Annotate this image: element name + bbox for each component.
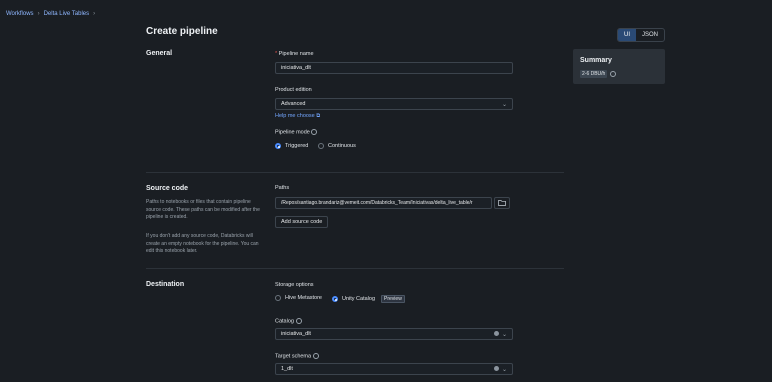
add-source-code-button[interactable]: Add source code [275,216,329,228]
source-code-section-title: Source code [146,185,189,192]
clear-icon[interactable] [493,365,499,371]
chevron-right-icon: › [93,11,96,17]
chevron-down-icon: ⌄ [501,331,507,338]
target-schema-select[interactable]: 1_dlt ⌄ [275,363,513,375]
dbu-estimate: 2-6 DBU/h [580,70,617,78]
catalog-select[interactable]: iniciativa_dlt ⌄ [275,328,513,340]
summary-panel: Summary 2-6 DBU/h [573,49,665,84]
paths-label: Paths [275,185,290,191]
chevron-right-icon: › [37,11,40,17]
radio-selected-icon[interactable] [275,143,281,149]
breadcrumb-workflows[interactable]: Workflows [6,11,34,17]
json-view-button[interactable]: JSON [636,29,664,41]
view-toggle: UI JSON [617,28,666,42]
info-icon[interactable] [312,353,319,359]
select-controls: ⌄ [493,330,507,338]
path-input[interactable]: /Repos/santiago.brandariz@vemeit.com/Dat… [275,197,492,209]
target-schema-value: 1_dlt [281,366,293,372]
destination-section-title: Destination [146,281,185,288]
info-icon[interactable] [610,71,617,77]
radio-hive-metastore[interactable]: Hive Metastore [275,295,322,301]
select-controls: ⌄ [493,365,507,373]
external-link-icon: ⧉ [316,113,321,119]
storage-options-label: Storage options [275,282,314,288]
divider [146,268,564,269]
general-section-title: General [146,50,173,57]
clear-icon[interactable] [493,330,499,336]
folder-icon [498,200,506,206]
chevron-down-icon: ⌄ [501,366,507,373]
divider [146,172,564,173]
radio-unity-catalog[interactable]: Unity Catalog Preview [332,295,405,303]
summary-title: Summary [580,57,612,64]
ui-view-button[interactable]: UI [618,29,636,41]
source-code-empty-note: If you don't add any source code, Databr… [146,233,259,254]
pipeline-mode-label: Pipeline mode [275,129,318,135]
chevron-down-icon: ⌄ [501,101,507,108]
info-icon[interactable] [311,129,318,135]
catalog-value: iniciativa_dlt [281,331,311,337]
breadcrumb: Workflows › Delta Live Tables › [6,11,95,17]
pipeline-name-input[interactable]: iniciativa_dlt [275,62,513,74]
radio-triggered[interactable]: Triggered [275,143,308,149]
page-title: Create pipeline [146,26,218,37]
product-edition-label: Product edition [275,87,312,93]
target-schema-label: Target schema [275,353,319,359]
product-edition-value: Advanced [281,101,306,107]
radio-selected-icon[interactable] [332,296,338,302]
breadcrumb-delta-live-tables[interactable]: Delta Live Tables [44,11,90,17]
product-edition-select[interactable]: Advanced ⌄ [275,98,513,110]
pipeline-name-label: * Pipeline name [275,51,314,57]
radio-unselected-icon[interactable] [275,295,281,301]
radio-continuous[interactable]: Continuous [318,143,356,149]
radio-unselected-icon[interactable] [318,143,324,149]
catalog-label: Catalog [275,318,302,324]
folder-browse-button[interactable] [494,197,510,209]
help-me-choose-link[interactable]: Help me choose ⧉ [275,113,320,120]
info-icon[interactable] [295,318,302,324]
source-code-description: Paths to notebooks or files that contain… [146,199,260,220]
dbu-badge: 2-6 DBU/h [580,70,608,78]
preview-badge: Preview [381,295,405,303]
